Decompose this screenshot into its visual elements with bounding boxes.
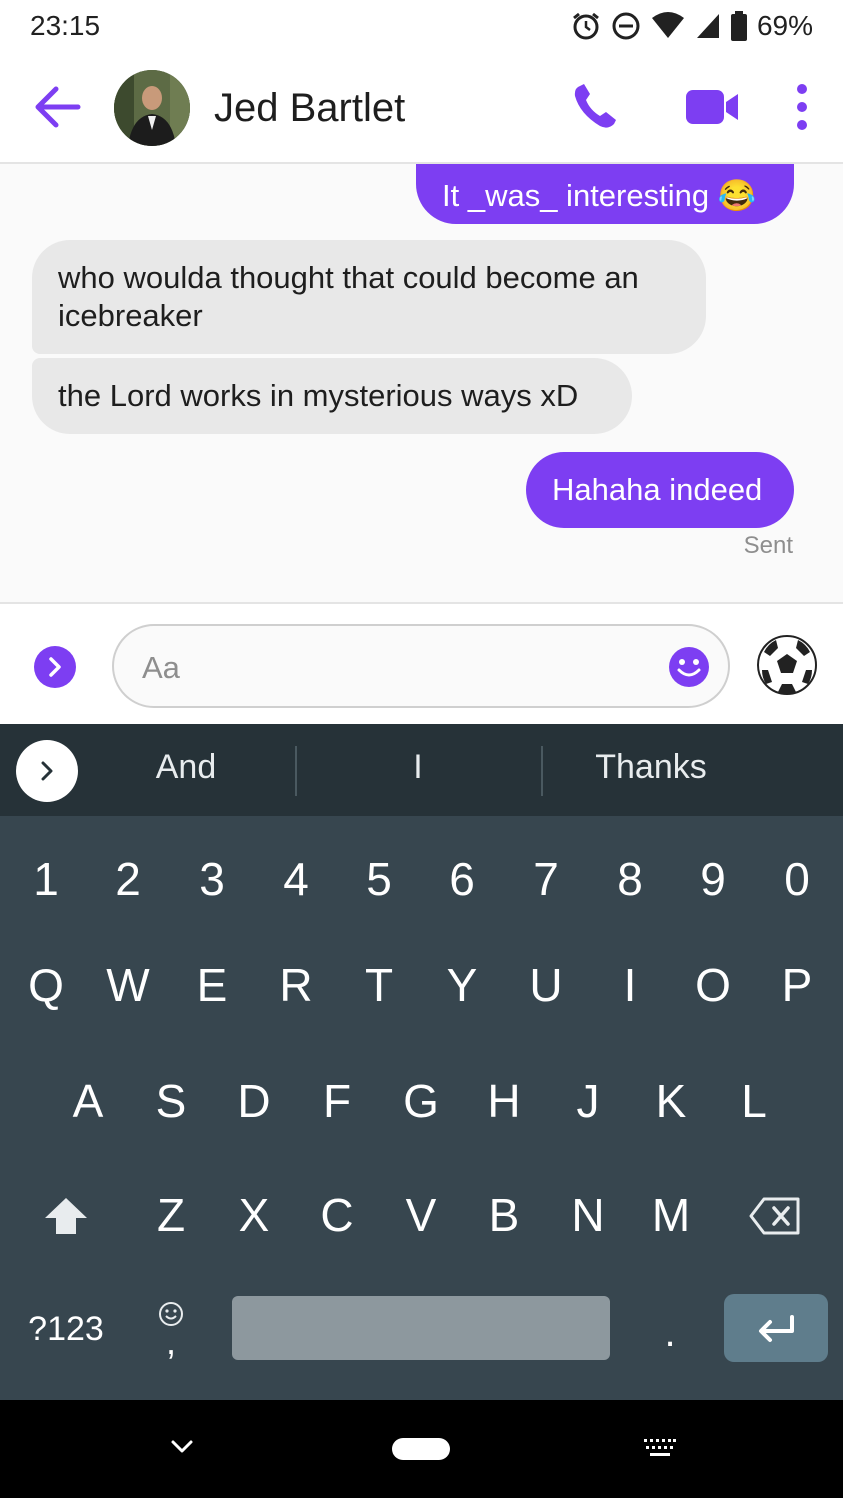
smiley-icon[interactable] <box>668 646 710 688</box>
key[interactable]: C <box>297 1182 377 1248</box>
key[interactable]: J <box>548 1068 628 1134</box>
chevron-right-icon <box>41 761 53 781</box>
suggestion-chip[interactable]: Thanks <box>546 748 756 792</box>
navigation-bar <box>0 1400 843 1498</box>
key[interactable]: W <box>88 952 168 1018</box>
wifi-icon <box>651 12 684 38</box>
key[interactable]: G <box>381 1068 461 1134</box>
enter-key[interactable] <box>724 1294 828 1362</box>
key[interactable]: 2 <box>88 846 168 912</box>
battery-percent: 69% <box>756 10 813 41</box>
alarm-icon <box>573 12 599 40</box>
key[interactable]: Q <box>6 952 86 1018</box>
key[interactable]: K <box>631 1068 711 1134</box>
keyboard-menu-button[interactable] <box>16 740 78 802</box>
status-time: 23:15 <box>30 10 101 41</box>
key[interactable]: T <box>339 952 419 1018</box>
key[interactable]: 4 <box>256 846 336 912</box>
key[interactable]: L <box>714 1068 794 1134</box>
message-bubble-outgoing[interactable]: Hahaha indeed <box>526 452 794 528</box>
key[interactable]: M <box>631 1182 711 1248</box>
key[interactable]: D <box>214 1068 294 1134</box>
avatar-photo <box>114 70 190 146</box>
key[interactable]: A <box>48 1068 128 1134</box>
hide-keyboard-icon[interactable] <box>170 1438 194 1456</box>
keyboard-switcher-icon[interactable] <box>642 1436 678 1462</box>
message-bubble-incoming[interactable]: who woulda thought that could become an … <box>32 240 706 354</box>
key[interactable]: I <box>590 952 670 1018</box>
key[interactable]: 1 <box>6 846 86 912</box>
enter-arrow-icon <box>759 1315 794 1342</box>
avatar[interactable] <box>114 70 190 146</box>
key[interactable]: 0 <box>757 846 837 912</box>
suggestion-chip[interactable]: I <box>300 748 536 792</box>
key[interactable]: P <box>757 952 837 1018</box>
message-bubble-outgoing[interactable]: It _was_ interesting 😂 <box>416 164 794 224</box>
key[interactable]: 8 <box>590 846 670 912</box>
message-input-container <box>112 624 730 708</box>
key[interactable]: H <box>464 1068 544 1134</box>
symbols-key[interactable]: ?123 <box>14 1296 118 1362</box>
key[interactable]: S <box>131 1068 211 1134</box>
key[interactable]: 9 <box>673 846 753 912</box>
space-bar[interactable] <box>232 1296 610 1360</box>
key[interactable]: 7 <box>506 846 586 912</box>
phone-icon[interactable] <box>570 82 620 132</box>
key[interactable]: O <box>673 952 753 1018</box>
key[interactable]: X <box>214 1182 294 1248</box>
backspace-key[interactable] <box>740 1182 810 1250</box>
period-key[interactable]: . <box>640 1300 700 1366</box>
message-bubble-incoming[interactable]: the Lord works in mysterious ways xD <box>32 358 632 434</box>
video-camera-icon[interactable] <box>684 86 740 128</box>
message-composer <box>0 602 843 724</box>
status-bar: 23:15 69% <box>0 0 843 52</box>
on-screen-keyboard: And I Thanks 1 2 3 4 5 6 7 8 9 0 Q W E R… <box>0 724 843 1400</box>
key[interactable]: N <box>548 1182 628 1248</box>
key[interactable]: Z <box>131 1182 211 1248</box>
suggestion-chip[interactable]: And <box>88 748 284 792</box>
key[interactable]: 5 <box>339 846 419 912</box>
soccer-ball-icon[interactable] <box>756 634 818 696</box>
key[interactable]: V <box>381 1182 461 1248</box>
do-not-disturb-icon <box>612 12 640 40</box>
key[interactable]: E <box>172 952 252 1018</box>
back-arrow-icon[interactable] <box>32 84 82 130</box>
key[interactable]: 6 <box>422 846 502 912</box>
expand-actions-button[interactable] <box>34 646 76 688</box>
shift-key[interactable] <box>30 1182 102 1250</box>
status-icons: 69% <box>571 10 813 42</box>
key[interactable]: B <box>464 1182 544 1248</box>
contact-name[interactable]: Jed Bartlet <box>214 86 405 131</box>
backspace-icon <box>749 1197 800 1235</box>
suggestion-divider <box>541 746 543 796</box>
home-pill-button[interactable] <box>392 1438 450 1460</box>
conversation-header: Jed Bartlet <box>0 52 843 164</box>
battery-icon <box>730 11 747 41</box>
signal-icon <box>696 14 719 38</box>
suggestion-divider <box>295 746 297 796</box>
comma-key[interactable]: , <box>140 1290 202 1368</box>
key[interactable]: U <box>506 952 586 1018</box>
comma-label: , <box>165 1321 176 1362</box>
key[interactable]: R <box>256 952 336 1018</box>
key[interactable]: F <box>297 1068 377 1134</box>
suggestion-bar: And I Thanks <box>0 724 843 816</box>
shift-arrow-icon <box>45 1198 87 1234</box>
chevron-right-icon <box>49 657 61 677</box>
message-list[interactable]: It _was_ interesting 😂 who woulda though… <box>0 164 843 602</box>
key[interactable]: 3 <box>172 846 252 912</box>
more-vertical-icon[interactable] <box>790 82 814 132</box>
message-input[interactable] <box>142 648 662 688</box>
key[interactable]: Y <box>422 952 502 1018</box>
sent-status: Sent <box>743 532 793 559</box>
